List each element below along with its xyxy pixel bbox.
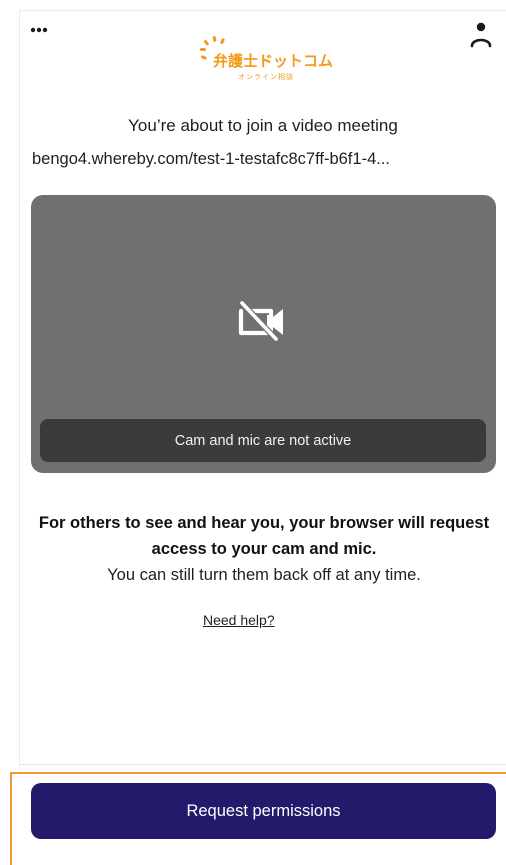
media-status-text: Cam and mic are not active (174, 432, 352, 449)
brand-logo: 弁護士ドットコム オンライン相談 (195, 30, 345, 90)
user-profile-button[interactable] (464, 18, 498, 52)
join-meeting-title: You’re about to join a video meeting (128, 116, 398, 135)
request-permissions-label: Request permissions (186, 801, 341, 820)
camera-off-icon (238, 300, 283, 342)
more-horizontal-icon (30, 27, 48, 33)
footer-divider (20, 764, 506, 765)
permission-explanation: For others to see and hear you, your bro… (38, 514, 490, 558)
person-icon (470, 22, 492, 48)
panel-top-border (19, 10, 506, 11)
request-permissions-button[interactable]: Request permissions (31, 783, 496, 839)
need-help-link[interactable]: Need help? (203, 612, 275, 628)
logo-sub-text: オンライン相談 (238, 73, 294, 81)
more-options-button[interactable] (30, 20, 60, 40)
media-status-banner: Cam and mic are not active (40, 419, 486, 462)
logo-main-text: 弁護士ドットコム (213, 52, 334, 70)
meeting-url: bengo4.whereby.com/test-1-testafc8c7ff-b… (32, 150, 390, 168)
permission-note: You can still turn them back off at any … (107, 566, 421, 584)
video-preview: Cam and mic are not active (31, 195, 496, 473)
